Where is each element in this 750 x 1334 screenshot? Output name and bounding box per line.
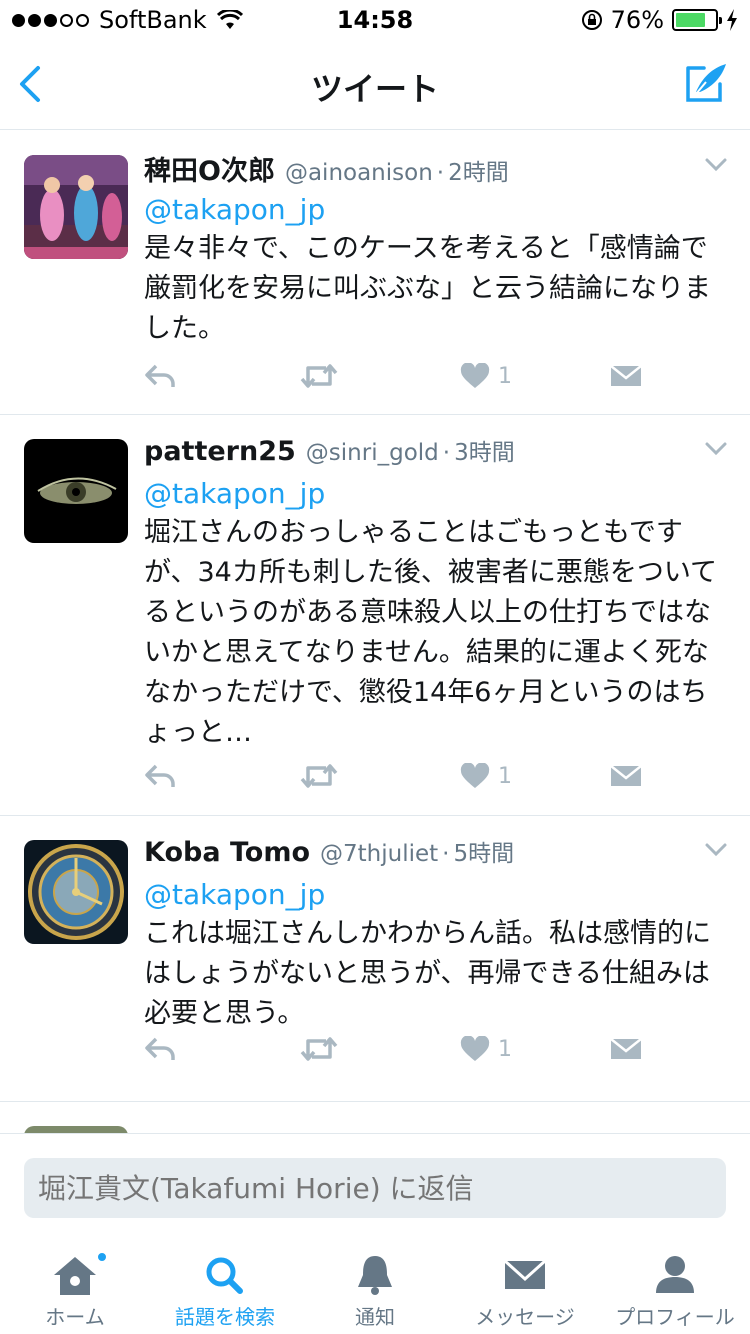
timestamp: 2時間 <box>448 160 509 185</box>
reply-bar <box>0 1133 750 1243</box>
mention-link[interactable]: @takapon_jp <box>144 475 726 513</box>
tweet-item[interactable]: pattern25 @sinri_gold · 3時間 @takapon_jp … <box>0 415 750 816</box>
reply-button[interactable] <box>144 763 176 789</box>
separator-dot: · <box>436 160 445 185</box>
tab-profile[interactable]: プロフィール <box>600 1243 750 1334</box>
separator-dot: · <box>442 841 450 867</box>
tweet-item[interactable] <box>0 1102 750 1133</box>
timestamp: 3時間 <box>454 440 515 466</box>
bell-icon <box>358 1256 392 1295</box>
like-button[interactable]: 1 <box>460 1036 512 1062</box>
battery-percent: 76% <box>610 6 664 34</box>
retweet-button[interactable] <box>300 763 338 789</box>
username[interactable]: @sinri_gold <box>306 440 439 466</box>
tab-label: メッセージ <box>475 1305 575 1329</box>
tweet-text: 是々非々で、このケースを考えると「感情論で厳罰化を安易に叫ぶぶな」と云う結論にな… <box>144 233 711 344</box>
person-icon <box>656 1256 694 1293</box>
like-button[interactable]: 1 <box>460 363 512 389</box>
display-name[interactable]: pattern25 <box>144 436 296 467</box>
search-icon <box>206 1257 243 1294</box>
home-icon <box>54 1257 96 1295</box>
avatar[interactable] <box>24 155 128 259</box>
separator-dot: · <box>442 440 451 466</box>
tab-label: ホーム <box>45 1305 105 1329</box>
mention-link[interactable]: @takapon_jp <box>144 191 726 229</box>
battery-icon <box>672 9 722 31</box>
reply-button[interactable] <box>144 363 176 389</box>
page-title: ツイート <box>310 70 439 108</box>
heart-icon <box>460 363 490 388</box>
envelope-icon <box>503 1259 547 1289</box>
rotation-lock-icon <box>581 10 602 30</box>
retweet-icon <box>300 364 338 388</box>
username[interactable]: @7thjuliet <box>320 841 438 867</box>
tab-label: プロフィール <box>615 1305 735 1329</box>
chevron-down-icon[interactable] <box>704 441 728 457</box>
reply-icon <box>145 1037 175 1060</box>
heart-icon <box>460 1036 490 1061</box>
mention-link[interactable]: @takapon_jp <box>144 876 726 914</box>
retweet-icon <box>300 764 338 788</box>
envelope-icon <box>610 765 642 786</box>
charging-icon <box>727 9 737 31</box>
tab-label: 話題を検索 <box>175 1305 275 1329</box>
tab-messages[interactable]: メッセージ <box>450 1243 600 1334</box>
reply-icon <box>145 364 175 387</box>
chevron-down-icon[interactable] <box>704 157 728 173</box>
tab-notifications[interactable]: 通知 <box>300 1243 450 1334</box>
tweet-item[interactable]: 稗田O次郎 @ainoanison · 2時間 @takapon_jp 是々非々… <box>0 131 750 415</box>
reply-input[interactable] <box>24 1158 726 1218</box>
chevron-down-icon[interactable] <box>704 842 728 858</box>
like-button[interactable]: 1 <box>460 763 512 789</box>
tweet-text: これは堀江さんしかわからん話。私は感情的にはしょうがないと思うが、再帰できる仕組… <box>144 918 711 1029</box>
heart-icon <box>460 763 490 788</box>
username[interactable]: @ainoanison <box>285 160 433 185</box>
direct-message-button[interactable] <box>610 364 642 388</box>
like-count: 1 <box>498 1036 512 1062</box>
direct-message-button[interactable] <box>610 1037 642 1061</box>
avatar[interactable] <box>24 1126 128 1133</box>
avatar[interactable] <box>24 439 128 543</box>
retweet-button[interactable] <box>300 1036 338 1062</box>
timestamp: 5時間 <box>453 841 515 867</box>
retweet-button[interactable] <box>300 363 338 389</box>
display-name[interactable]: 稗田O次郎 <box>144 149 275 185</box>
display-name[interactable]: Koba Tomo <box>144 837 310 868</box>
envelope-icon <box>610 1038 642 1059</box>
tweet-text: 堀江さんのおっしゃることはごもっともですが、34カ所も刺した後、被害者に悪態をつ… <box>144 517 718 748</box>
compose-tweet-icon[interactable] <box>682 58 730 106</box>
retweet-icon <box>300 1037 338 1061</box>
reply-icon <box>145 764 175 787</box>
avatar[interactable] <box>24 840 128 944</box>
tab-label: 通知 <box>355 1305 395 1329</box>
tweet-actions: 1 <box>144 1034 726 1064</box>
navigation-bar: ツイート <box>0 40 750 130</box>
tab-bar: ホーム 話題を検索 通知 メッセージ プロフィール <box>0 1243 750 1334</box>
tweet-actions: 1 <box>144 761 726 791</box>
tweet-item[interactable]: Koba Tomo @7thjuliet · 5時間 @takapon_jp こ… <box>0 816 750 1102</box>
envelope-icon <box>610 365 642 386</box>
tab-home[interactable]: ホーム <box>0 1243 150 1334</box>
reply-button[interactable] <box>144 1036 176 1062</box>
like-count: 1 <box>498 363 512 389</box>
tab-search[interactable]: 話題を検索 <box>150 1243 300 1334</box>
status-bar: SoftBank 14:58 76% <box>0 0 750 40</box>
reply-timeline[interactable]: 稗田O次郎 @ainoanison · 2時間 @takapon_jp 是々非々… <box>0 131 750 1133</box>
like-count: 1 <box>498 763 512 789</box>
notification-dot <box>96 1251 108 1263</box>
tweet-actions: 1 <box>144 361 726 391</box>
direct-message-button[interactable] <box>610 764 642 788</box>
